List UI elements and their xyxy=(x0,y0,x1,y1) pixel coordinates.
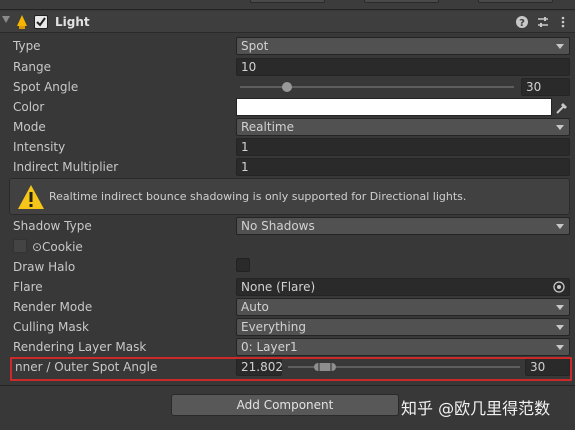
culling-mask-value: Everything xyxy=(241,320,306,334)
rendering-layer-mask-dropdown[interactable]: 0: Layer1 xyxy=(236,338,570,356)
type-label: Type xyxy=(13,39,41,53)
checkmark-icon xyxy=(36,17,46,27)
component-title: Light xyxy=(55,15,90,29)
type-dropdown[interactable]: Spot xyxy=(236,37,570,55)
help-icon[interactable]: ? xyxy=(515,15,529,29)
eyedropper-icon[interactable] xyxy=(554,98,570,116)
flare-label: Flare xyxy=(13,280,43,294)
rendering-layer-mask-value: 0: Layer1 xyxy=(241,340,298,354)
chevron-down-icon xyxy=(556,125,564,130)
flare-object-field[interactable]: None (Flare) xyxy=(236,278,570,296)
presets-icon[interactable] xyxy=(536,15,550,29)
warning-text: Realtime indirect bounce shadowing is on… xyxy=(49,190,467,203)
range-field[interactable]: 10 xyxy=(236,58,570,76)
render-mode-value: Auto xyxy=(241,300,269,314)
draw-halo-row: Draw Halo xyxy=(0,257,575,277)
chevron-down-icon xyxy=(556,224,564,229)
range-label: Range xyxy=(13,60,52,74)
shadow-type-label: Shadow Type xyxy=(13,219,92,233)
shadow-type-value: No Shadows xyxy=(241,219,315,233)
spot-angle-slider-thumb[interactable] xyxy=(281,82,292,92)
flare-row: Flare None (Flare) xyxy=(0,277,575,297)
shadow-type-row: Shadow Type No Shadows xyxy=(0,216,575,236)
toolbar-stub xyxy=(250,0,325,3)
spot-angle-field[interactable]: 30 xyxy=(521,78,570,96)
top-strip xyxy=(0,0,575,10)
color-row: Color xyxy=(0,97,575,117)
indirect-multiplier-row: Indirect Multiplier 1 xyxy=(0,157,575,177)
mode-dropdown[interactable]: Realtime xyxy=(236,118,570,136)
mode-label: Mode xyxy=(13,120,46,134)
culling-mask-label: Culling Mask xyxy=(13,320,89,334)
toolbar-stub xyxy=(364,0,439,3)
type-value: Spot xyxy=(241,39,269,53)
render-mode-dropdown[interactable]: Auto xyxy=(236,298,570,316)
render-mode-row: Render Mode Auto xyxy=(0,297,575,317)
light-icon xyxy=(17,15,27,29)
watermark: 知乎 @欧几里得范数 xyxy=(401,399,551,418)
chevron-down-icon xyxy=(556,325,564,330)
shadow-type-dropdown[interactable]: No Shadows xyxy=(236,217,570,235)
intensity-row: Intensity 1 xyxy=(0,137,575,157)
foldout-arrow-icon[interactable] xyxy=(2,16,10,23)
cookie-row: ⊙Cookie xyxy=(0,237,575,257)
warning-icon xyxy=(18,185,44,209)
type-row: Type Spot xyxy=(0,36,575,56)
color-swatch[interactable] xyxy=(236,98,552,116)
spot-angle-row: Spot Angle 30 xyxy=(0,77,575,97)
enable-checkbox[interactable] xyxy=(34,15,48,29)
mode-row: Mode Realtime xyxy=(0,117,575,137)
divider xyxy=(0,385,575,386)
context-menu-icon[interactable] xyxy=(556,15,570,29)
mode-value: Realtime xyxy=(241,120,294,134)
toolbar-stub xyxy=(478,0,553,3)
culling-mask-row: Culling Mask Everything xyxy=(0,317,575,337)
warning-helpbox: Realtime indirect bounce shadowing is on… xyxy=(9,178,570,215)
color-label: Color xyxy=(13,100,45,114)
chevron-down-icon xyxy=(556,345,564,350)
indirect-multiplier-field[interactable]: 1 xyxy=(236,158,570,176)
chevron-down-icon xyxy=(556,305,564,310)
flare-value: None (Flare) xyxy=(241,280,316,294)
chevron-down-icon xyxy=(556,44,564,49)
rendering-layer-mask-label: Rendering Layer Mask xyxy=(13,340,147,354)
rendering-layer-mask-row: Rendering Layer Mask 0: Layer1 xyxy=(0,337,575,357)
add-component-button[interactable]: Add Component xyxy=(171,394,399,416)
component-header[interactable]: Light ? xyxy=(0,11,575,33)
range-row: Range 10 xyxy=(0,57,575,77)
render-mode-label: Render Mode xyxy=(13,300,93,314)
indirect-multiplier-label: Indirect Multiplier xyxy=(13,160,119,174)
intensity-label: Intensity xyxy=(13,140,66,154)
object-picker-icon[interactable] xyxy=(553,281,565,293)
svg-text:?: ? xyxy=(519,18,525,29)
cookie-label: ⊙Cookie xyxy=(32,240,83,254)
intensity-field[interactable]: 1 xyxy=(236,138,570,156)
culling-mask-dropdown[interactable]: Everything xyxy=(236,318,570,336)
cookie-foldout-box[interactable] xyxy=(13,239,27,253)
draw-halo-label: Draw Halo xyxy=(13,260,76,274)
highlight-box xyxy=(10,357,572,381)
draw-halo-checkbox[interactable] xyxy=(236,258,250,272)
spot-angle-label: Spot Angle xyxy=(13,80,79,94)
